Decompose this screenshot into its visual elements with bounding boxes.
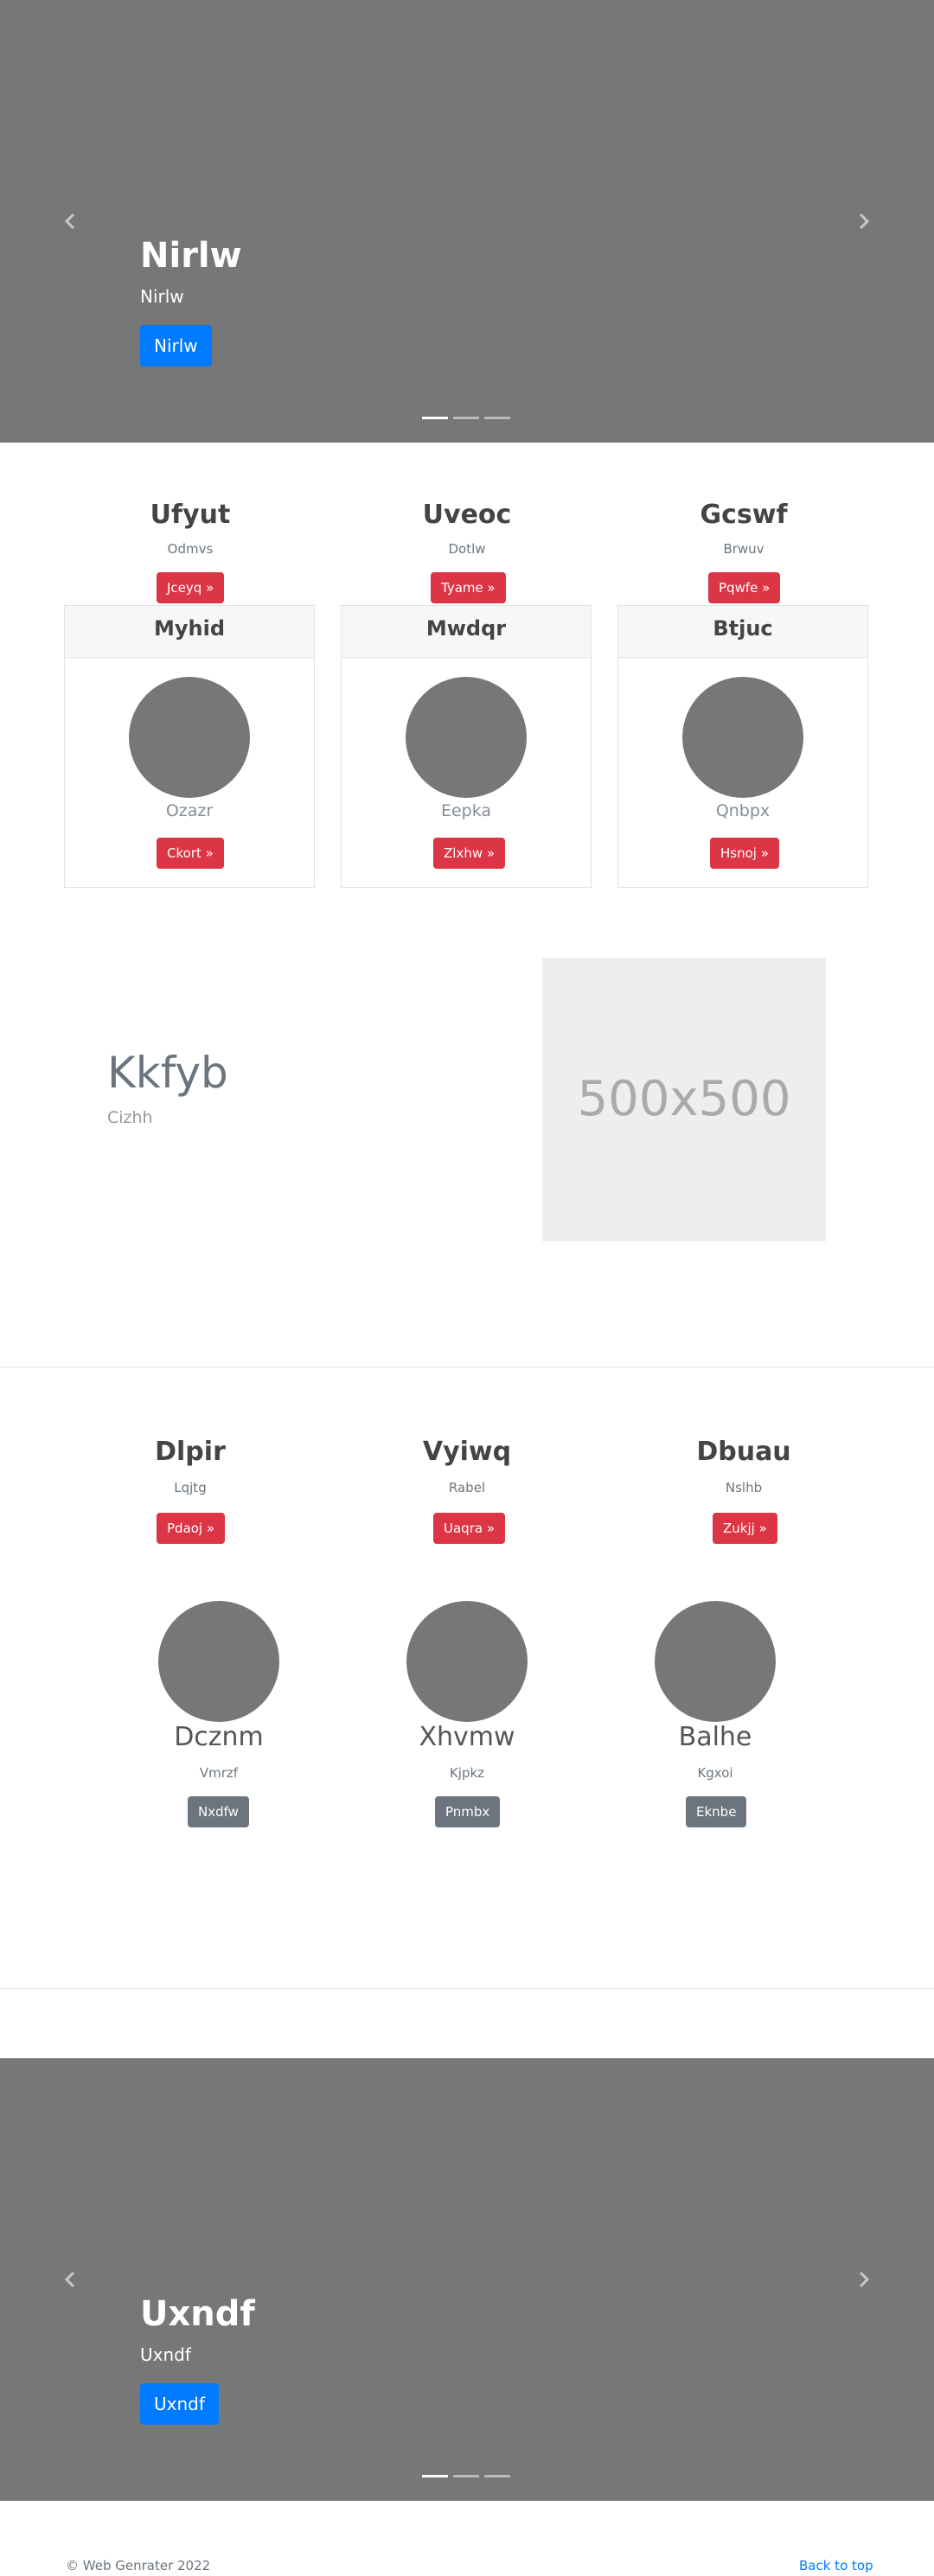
chevron-left-icon <box>64 213 75 230</box>
carousel-next-button[interactable] <box>853 2269 873 2290</box>
avatar <box>406 1601 528 1722</box>
feature-button[interactable]: Jceyq » <box>157 572 225 603</box>
carousel-indicator-2[interactable] <box>453 417 479 419</box>
card-text: Eepka <box>440 801 492 820</box>
feature-text: Nslhb <box>725 1480 763 1495</box>
carousel-indicator-3[interactable] <box>484 2475 510 2477</box>
avatar <box>682 677 803 798</box>
card-header: Myhid <box>65 606 314 658</box>
placeholder-image: 500x500 <box>542 958 826 1241</box>
profile-card: Myhid Ozazr Ckort » <box>64 605 315 888</box>
carousel-indicator-3[interactable] <box>484 417 510 419</box>
carousel-indicator-1[interactable] <box>422 417 448 419</box>
feature-button[interactable]: Pqwfe » <box>708 572 781 603</box>
feature-text: Dotlw <box>448 541 486 557</box>
chevron-left-icon <box>64 2271 75 2288</box>
card-title: Myhid <box>153 616 226 641</box>
chevron-right-icon <box>859 213 870 230</box>
hero-subtitle: Uxndf <box>140 2344 191 2365</box>
hero-button[interactable]: Nirlw <box>140 325 212 367</box>
feature-text: Lqjtg <box>174 1480 207 1495</box>
hero-carousel-bottom: Uxndf Uxndf Uxndf <box>0 2058 934 2501</box>
card-button[interactable]: Zlxhw » <box>433 838 506 869</box>
team-button[interactable]: Nxdfw <box>188 1796 249 1827</box>
carousel-prev-button[interactable] <box>61 211 81 232</box>
hero-subtitle: Nirlw <box>140 286 184 307</box>
feature-button[interactable]: Uaqra » <box>433 1513 505 1544</box>
feature-title: Ufyut <box>150 500 231 530</box>
carousel-indicator-1[interactable] <box>422 2475 448 2477</box>
avatar <box>129 677 250 798</box>
card-title: Btjuc <box>713 616 773 641</box>
footer-copyright: © Web Genrater 2022 <box>66 2558 211 2573</box>
feature-button[interactable]: Zukjj » <box>713 1513 777 1544</box>
divider <box>0 1988 934 1989</box>
carousel-prev-button[interactable] <box>61 2269 81 2290</box>
team-name: Xhvmw <box>419 1722 515 1752</box>
feature-text: Odmvs <box>167 541 214 557</box>
team-button[interactable]: Pnmbx <box>435 1796 501 1827</box>
team-button[interactable]: Eknbe <box>686 1796 747 1827</box>
team-text: Kjpkz <box>449 1765 485 1781</box>
profile-card: Btjuc Qnbpx Hsnoj » <box>617 605 868 888</box>
feature-button[interactable]: Tyame » <box>431 572 506 603</box>
card-header: Btjuc <box>618 606 867 658</box>
back-to-top-link[interactable]: Back to top <box>799 2558 873 2573</box>
profile-card: Mwdqr Eepka Zlxhw » <box>341 605 592 888</box>
card-text: Ozazr <box>165 801 214 820</box>
card-button[interactable]: Ckort » <box>157 838 224 869</box>
card-title: Mwdqr <box>425 616 507 641</box>
hero-button[interactable]: Uxndf <box>140 2383 219 2425</box>
avatar <box>655 1601 776 1722</box>
card-header: Mwdqr <box>342 606 591 658</box>
feature-title: Uveoc <box>422 500 512 530</box>
carousel-next-button[interactable] <box>853 211 873 232</box>
hero-title: Uxndf <box>140 2294 255 2334</box>
team-text: Kgxoi <box>697 1765 733 1781</box>
chevron-right-icon <box>859 2271 870 2288</box>
card-button[interactable]: Hsnoj » <box>710 838 779 869</box>
team-name: Dcznm <box>174 1722 264 1752</box>
team-name: Balhe <box>678 1722 752 1752</box>
feature-title: Vyiwq <box>422 1437 512 1467</box>
hero-carousel-top: Nirlw Nirlw Nirlw <box>0 0 934 443</box>
team-text: Vmrzf <box>199 1765 239 1781</box>
feature-title: Dlpir <box>155 1437 226 1467</box>
avatar <box>158 1601 279 1722</box>
feature-title: Gcswf <box>700 500 788 530</box>
carousel-indicators <box>422 2475 510 2477</box>
feature-heading: Kkfyb <box>107 1048 228 1098</box>
avatar <box>406 677 527 798</box>
placeholder-image-label: 500x500 <box>577 1071 791 1127</box>
carousel-indicator-2[interactable] <box>453 2475 479 2477</box>
feature-text: Rabel <box>448 1480 486 1495</box>
hero-title: Nirlw <box>140 236 242 276</box>
card-text: Qnbpx <box>715 801 771 820</box>
divider <box>0 1367 934 1368</box>
feature-subtext: Cizhh <box>107 1108 153 1127</box>
feature-text: Brwuv <box>723 541 764 557</box>
feature-title: Dbuau <box>696 1437 791 1467</box>
carousel-indicators <box>422 417 510 419</box>
feature-button[interactable]: Pdaoj » <box>157 1513 226 1544</box>
